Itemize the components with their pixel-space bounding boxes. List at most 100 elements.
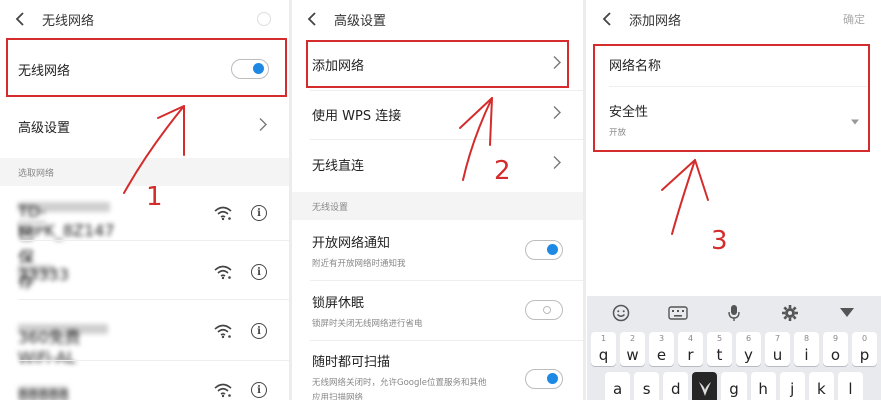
key-g[interactable]: g <box>721 372 747 400</box>
keyboard-icon[interactable] <box>667 302 689 324</box>
always-scan-row[interactable]: 随时都可扫描 无线网络关闭时，允许Google位置服务和其他 应用扫描网络 <box>292 345 583 400</box>
network-info-icon[interactable]: i <box>251 205 267 221</box>
back-arrow-icon[interactable] <box>304 11 320 27</box>
divider <box>310 340 583 341</box>
key-char: a <box>612 380 623 398</box>
top-bar: 无线网络 <box>0 0 289 38</box>
section-label: 选取网络 <box>18 168 55 179</box>
chevron-right-icon <box>259 117 267 136</box>
page-title: 高级设置 <box>334 13 387 29</box>
open-network-notify-row[interactable]: 开放网络通知 附近有开放网络时通知我 <box>292 222 583 278</box>
toggle-knob <box>543 305 551 314</box>
key-i[interactable]: 8i <box>794 332 819 366</box>
key-number: 7 <box>774 334 781 343</box>
key-char: y <box>744 346 753 364</box>
annotation-highlight-box <box>593 44 870 152</box>
key-t[interactable]: 5t <box>707 332 732 366</box>
panel-divider <box>583 0 586 400</box>
network-info-icon[interactable]: i <box>251 382 267 398</box>
emoji-icon[interactable] <box>610 302 632 324</box>
setting-description-line2: 应用扫描网络 <box>312 393 364 400</box>
back-arrow-icon[interactable] <box>12 11 28 27</box>
key-number: 1 <box>600 334 607 343</box>
key-q[interactable]: 1q <box>591 332 616 366</box>
network-list-item[interactable]: TD-NIPK_8Z147 已保存 i <box>0 188 289 291</box>
key-d[interactable]: d <box>663 372 689 400</box>
advanced-settings-row[interactable]: 高级设置 <box>0 100 289 152</box>
network-ssid: TD-NIPK_8Z147 <box>18 202 115 240</box>
key-char: t <box>716 346 723 364</box>
back-arrow-icon[interactable] <box>599 11 615 27</box>
wps-connect-row[interactable]: 使用 WPS 连接 <box>292 90 583 138</box>
wifi-direct-row[interactable]: 无线直连 <box>292 140 583 188</box>
key-number: 5 <box>716 334 723 343</box>
key-char: i <box>804 346 809 364</box>
advanced-settings-label: 高级设置 <box>18 120 71 136</box>
collapse-icon[interactable] <box>836 302 858 324</box>
key-j[interactable]: j <box>779 372 805 400</box>
divider <box>18 360 289 361</box>
section-header: 选取网络 <box>0 158 289 186</box>
chevron-right-icon <box>553 155 561 174</box>
wifi-direct-label: 无线直连 <box>312 158 365 174</box>
key-o[interactable]: 9o <box>823 332 848 366</box>
network-ssid: 360免费WiFi-AL <box>18 324 108 367</box>
key-char: r <box>687 346 694 364</box>
key-w[interactable]: 2w <box>620 332 645 366</box>
page-title: 添加网络 <box>629 13 682 29</box>
section-header: 无线设置 <box>292 192 583 220</box>
gear-icon[interactable] <box>779 302 801 324</box>
network-list-item[interactable]: 33333 i <box>0 245 289 295</box>
key-r[interactable]: 4r <box>678 332 703 366</box>
divider <box>18 240 289 241</box>
divider <box>18 299 289 300</box>
key-f-pressed[interactable] <box>692 372 718 400</box>
setting-label: 开放网络通知 <box>312 235 391 251</box>
key-k[interactable]: k <box>808 372 834 400</box>
network-info-icon[interactable]: i <box>251 323 267 339</box>
network-ssid: 33333 <box>18 265 69 284</box>
setting-text: 随时都可扫描 无线网络关闭时，允许Google位置服务和其他 应用扫描网络 <box>312 351 486 400</box>
page-title: 无线网络 <box>42 13 95 29</box>
key-char: d <box>671 380 681 398</box>
setting-label: 锁屏休眠 <box>312 295 365 311</box>
key-l[interactable]: l <box>837 372 863 400</box>
key-char: p <box>859 346 870 364</box>
sleep-on-lock-toggle[interactable] <box>525 300 563 320</box>
wps-connect-label: 使用 WPS 连接 <box>312 108 402 124</box>
confirm-button[interactable]: 确定 <box>843 11 865 27</box>
wifi-signal-icon <box>213 382 233 400</box>
advanced-settings-panel: 高级设置 添加网络 使用 WPS 连接 无线直连 无线设置 开放网络通知 附近有… <box>292 0 583 400</box>
wifi-signal-icon <box>213 323 233 343</box>
key-h[interactable]: h <box>750 372 776 400</box>
sleep-on-lock-row[interactable]: 锁屏休眠 锁屏时关闭无线网络进行省电 <box>292 282 583 338</box>
key-char: q <box>598 346 609 364</box>
key-y[interactable]: 6y <box>736 332 761 366</box>
key-number: 0 <box>861 334 868 343</box>
network-list-item[interactable]: 360免费WiFi-AL i <box>0 302 289 367</box>
setting-label: 随时都可扫描 <box>312 355 391 370</box>
watermark-icon <box>698 382 711 396</box>
mic-icon[interactable] <box>723 302 745 324</box>
annotation-step-number: 2 <box>494 156 511 186</box>
key-number: 8 <box>803 334 810 343</box>
add-network-panel: 添加网络 确定 网络名称 安全性 开放 3 1 q 2 w 3 e 4 r 5 … <box>587 0 881 400</box>
key-number: 4 <box>687 334 694 343</box>
annotation-step-number: 3 <box>711 226 728 256</box>
toggle-knob <box>547 244 558 255</box>
key-p[interactable]: 0p <box>852 332 877 366</box>
always-scan-toggle[interactable] <box>525 369 563 389</box>
network-info-icon[interactable]: i <box>251 264 267 280</box>
key-e[interactable]: 3e <box>649 332 674 366</box>
key-u[interactable]: 7u <box>765 332 790 366</box>
key-s[interactable]: s <box>634 372 660 400</box>
divider <box>310 280 583 281</box>
network-list-item[interactable]: 88888 i <box>0 364 289 400</box>
key-number: 3 <box>658 334 665 343</box>
wifi-settings-panel: 无线网络 无线网络 高级设置 选取网络 TD-NIPK_8Z147 已保存 i <box>0 0 289 400</box>
key-a[interactable]: a <box>605 372 631 400</box>
scanning-spinner-icon <box>257 12 271 26</box>
key-char: u <box>772 346 783 364</box>
open-network-notify-toggle[interactable] <box>525 240 563 260</box>
soft-keyboard: 1q 2w 3e 4r 5t 6y 7u 8i 9o 0p a s d g h <box>587 296 881 400</box>
